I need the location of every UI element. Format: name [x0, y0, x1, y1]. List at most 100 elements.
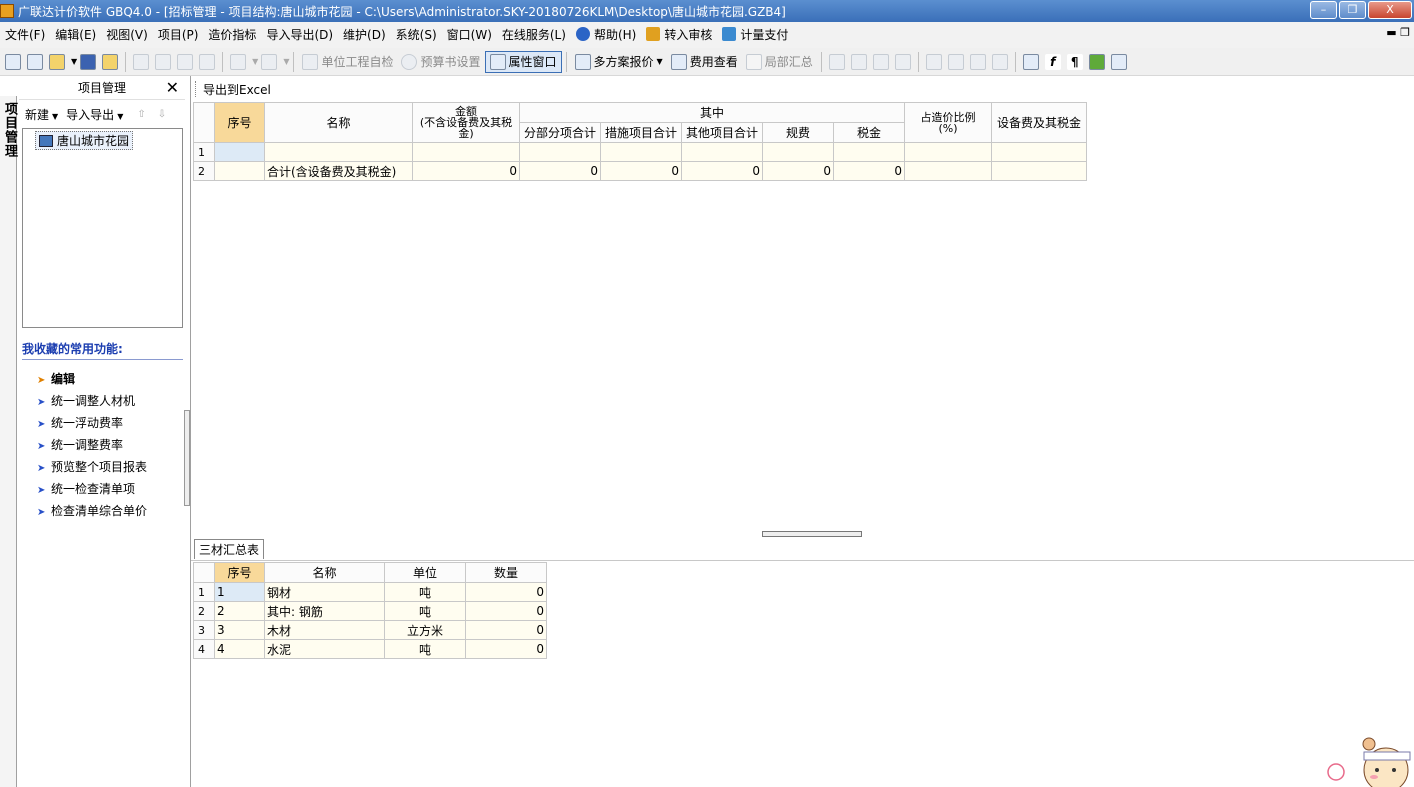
row-header[interactable]: 3 — [193, 620, 215, 640]
export-excel-button[interactable]: 导出到Excel — [203, 81, 271, 98]
menu-system[interactable]: 系统(S) — [391, 24, 442, 46]
restore-button[interactable]: ❐ — [1339, 1, 1366, 19]
horizontal-splitter-handle[interactable] — [762, 531, 862, 537]
cell-others[interactable]: 0 — [681, 161, 763, 181]
cell-tax[interactable] — [833, 142, 905, 162]
cell-name[interactable] — [264, 142, 413, 162]
copy-icon[interactable] — [155, 53, 172, 70]
formula-icon[interactable]: f — [1044, 53, 1061, 70]
new-project-icon[interactable] — [27, 53, 43, 70]
fav-item-adjust-rate[interactable]: ➤ 统一调整费率 — [37, 434, 185, 456]
cell-ratio[interactable] — [904, 161, 992, 181]
cell-name[interactable]: 合计(含设备费及其税金) — [264, 161, 413, 181]
minimize-button[interactable]: – — [1310, 1, 1337, 19]
fav-item-adjust-materials[interactable]: ➤ 统一调整人材机 — [37, 390, 185, 412]
menu-maintain[interactable]: 维护(D) — [338, 24, 391, 46]
paragraph-icon[interactable]: ¶ — [1066, 53, 1083, 70]
cell-seq[interactable]: 2 — [214, 601, 265, 621]
move-down-icon[interactable]: ⇩ — [158, 109, 166, 120]
menu-view[interactable]: 视图(V) — [101, 24, 153, 46]
row-header[interactable]: 2 — [193, 161, 215, 181]
first-record-icon[interactable] — [828, 53, 845, 70]
row-header[interactable]: 1 — [193, 142, 215, 162]
cell-qty[interactable]: 0 — [465, 639, 547, 659]
open-folder-icon[interactable] — [49, 53, 65, 70]
menu-file[interactable]: 文件(F) — [0, 24, 50, 46]
cell-name[interactable]: 其中: 钢筋 — [264, 601, 385, 621]
redo-dropdown-icon[interactable]: ▼ — [283, 57, 289, 66]
arrow-down-icon[interactable] — [991, 53, 1008, 70]
print-preview-icon[interactable] — [1110, 53, 1127, 70]
cell-others[interactable] — [681, 142, 763, 162]
fav-item-float-rate[interactable]: ➤ 统一浮动费率 — [37, 412, 185, 434]
cell-sub-items[interactable]: 0 — [519, 161, 601, 181]
cell-seq[interactable]: 4 — [214, 639, 265, 659]
cell-measures[interactable]: 0 — [600, 161, 682, 181]
cell-unit[interactable]: 吨 — [384, 639, 466, 659]
table-row[interactable]: 1 1 钢材 吨 0 — [193, 582, 547, 602]
cell-unit[interactable]: 吨 — [384, 582, 466, 602]
cell-name[interactable]: 水泥 — [264, 639, 385, 659]
cell-measures[interactable] — [600, 142, 682, 162]
table-row[interactable]: 2 合计(含设备费及其税金) 0 0 0 0 0 0 — [193, 161, 1087, 181]
menu-cost-index[interactable]: 造价指标 — [203, 24, 261, 46]
menu-online-service[interactable]: 在线服务(L) — [497, 24, 571, 46]
budget-settings-button[interactable]: 预算书设置 — [397, 51, 484, 73]
save-icon[interactable] — [80, 53, 97, 70]
menu-edit[interactable]: 编辑(E) — [50, 24, 101, 46]
cell-sub-items[interactable] — [519, 142, 601, 162]
cell-amount[interactable]: 0 — [412, 161, 520, 181]
cell-qty[interactable]: 0 — [465, 601, 547, 621]
import-export-dropdown-button[interactable]: 导入导出 ▼ — [66, 106, 123, 123]
fav-item-check-unit-price[interactable]: ➤ 检查清单综合单价 — [37, 500, 185, 522]
multi-quote-button[interactable]: 多方案报价 ▼ — [571, 51, 667, 73]
cell-tax[interactable]: 0 — [833, 161, 905, 181]
table-row[interactable]: 3 3 木材 立方米 0 — [193, 620, 547, 640]
menu-transfer-review[interactable]: 转入审核 — [641, 24, 717, 46]
next-record-icon[interactable] — [872, 53, 889, 70]
open-dropdown-icon[interactable]: ▼ — [71, 57, 77, 66]
menu-window[interactable]: 窗口(W) — [442, 24, 497, 46]
cell-qty[interactable]: 0 — [465, 582, 547, 602]
mdi-restore-icon[interactable]: ▬ ❐ — [1386, 26, 1410, 39]
tab-three-materials-summary[interactable]: 三材汇总表 — [194, 539, 265, 559]
cell-equipment[interactable] — [991, 161, 1087, 181]
cell-qty[interactable]: 0 — [465, 620, 547, 640]
cell-seq[interactable] — [214, 161, 265, 181]
partial-sum-button[interactable]: 局部汇总 — [742, 51, 817, 73]
fav-item-preview-report[interactable]: ➤ 预览整个项目报表 — [37, 456, 185, 478]
table-row[interactable]: 1 — [193, 142, 1087, 162]
panel-close-icon[interactable]: ✕ — [166, 78, 179, 97]
arrow-right-icon[interactable] — [947, 53, 964, 70]
new-dropdown-button[interactable]: 新建 ▼ — [25, 106, 58, 123]
cell-seq[interactable]: 3 — [214, 620, 265, 640]
calculator-icon[interactable] — [1022, 53, 1039, 70]
table-row[interactable]: 4 4 水泥 吨 0 — [193, 639, 547, 659]
last-record-icon[interactable] — [894, 53, 911, 70]
fav-item-check-list[interactable]: ➤ 统一检查清单项 — [37, 478, 185, 500]
row-header[interactable]: 2 — [193, 601, 215, 621]
cut-icon[interactable] — [133, 53, 150, 70]
new-file-icon[interactable] — [5, 53, 21, 70]
table-row[interactable]: 2 2 其中: 钢筋 吨 0 — [193, 601, 547, 621]
cell-name[interactable]: 木材 — [264, 620, 385, 640]
prev-record-icon[interactable] — [850, 53, 867, 70]
close-button[interactable]: X — [1368, 1, 1412, 19]
row-header[interactable]: 4 — [193, 639, 215, 659]
project-management-side-tab[interactable]: 项目管理 — [0, 96, 17, 787]
cell-seq[interactable] — [214, 142, 265, 162]
cost-view-button[interactable]: 费用查看 — [667, 51, 742, 73]
fav-item-edit[interactable]: ➤ 编辑 — [37, 368, 185, 390]
save-all-icon[interactable] — [102, 53, 119, 70]
property-window-button[interactable]: 属性窗口 — [484, 50, 562, 73]
delete-icon[interactable] — [199, 53, 216, 70]
cell-unit[interactable]: 立方米 — [384, 620, 466, 640]
menu-help[interactable]: 帮助(H) — [571, 24, 641, 46]
menu-measure-pay[interactable]: 计量支付 — [717, 24, 793, 46]
arrow-up-icon[interactable] — [969, 53, 986, 70]
cell-fees[interactable] — [762, 142, 834, 162]
cell-fees[interactable]: 0 — [762, 161, 834, 181]
cell-unit[interactable]: 吨 — [384, 601, 466, 621]
move-up-icon[interactable]: ⇧ — [137, 109, 145, 120]
cell-amount[interactable] — [412, 142, 520, 162]
